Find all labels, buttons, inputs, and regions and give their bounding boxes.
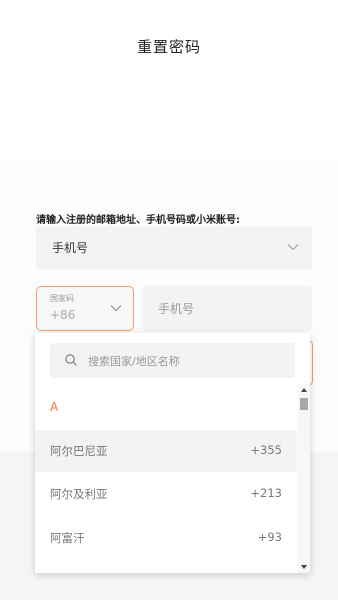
prompt-label: 请输入注册的邮箱地址、手机号码或小米账号:	[36, 215, 240, 226]
search-icon	[65, 354, 77, 366]
scroll-down-arrow-icon[interactable]	[301, 565, 307, 569]
country-name: 阿尔巴尼亚	[50, 444, 108, 458]
account-type-select[interactable]: 手机号	[36, 226, 312, 270]
account-type-value: 手机号	[52, 241, 89, 255]
country-dial-code: +213	[250, 486, 282, 500]
country-name: 阿尔及利亚	[50, 487, 108, 501]
country-dropdown: 搜索国家/地区名称 A 阿尔巴尼亚 +355 阿尔及利亚 +213 阿富汗 +9…	[35, 333, 310, 573]
country-code-label: 国家码	[50, 294, 74, 303]
country-option[interactable]: 阿尔巴尼亚 +355	[35, 430, 297, 472]
country-search-input[interactable]: 搜索国家/地区名称	[50, 343, 295, 378]
scrollbar-thumb[interactable]	[300, 398, 308, 410]
chevron-down-icon	[287, 244, 299, 251]
country-code-value: +86	[50, 308, 76, 322]
chevron-down-icon	[110, 305, 122, 312]
scroll-up-arrow-icon[interactable]	[301, 388, 307, 392]
country-name: 阿富汗	[50, 531, 85, 545]
page-title: 重置密码	[136, 38, 201, 56]
country-code-select[interactable]: 国家码 +86	[36, 286, 134, 331]
country-dial-code: +93	[257, 530, 282, 544]
country-option[interactable]: 阿尔及利亚 +213	[35, 473, 297, 515]
country-dial-code: +355	[250, 443, 282, 457]
phone-number-input[interactable]	[142, 286, 312, 331]
header-area: 重置密码	[0, 0, 338, 160]
country-search-placeholder: 搜索国家/地区名称	[88, 355, 180, 368]
dropdown-scrollbar[interactable]	[298, 384, 310, 573]
group-letter: A	[50, 400, 59, 414]
country-option[interactable]: 阿富汗 +93	[35, 517, 297, 559]
